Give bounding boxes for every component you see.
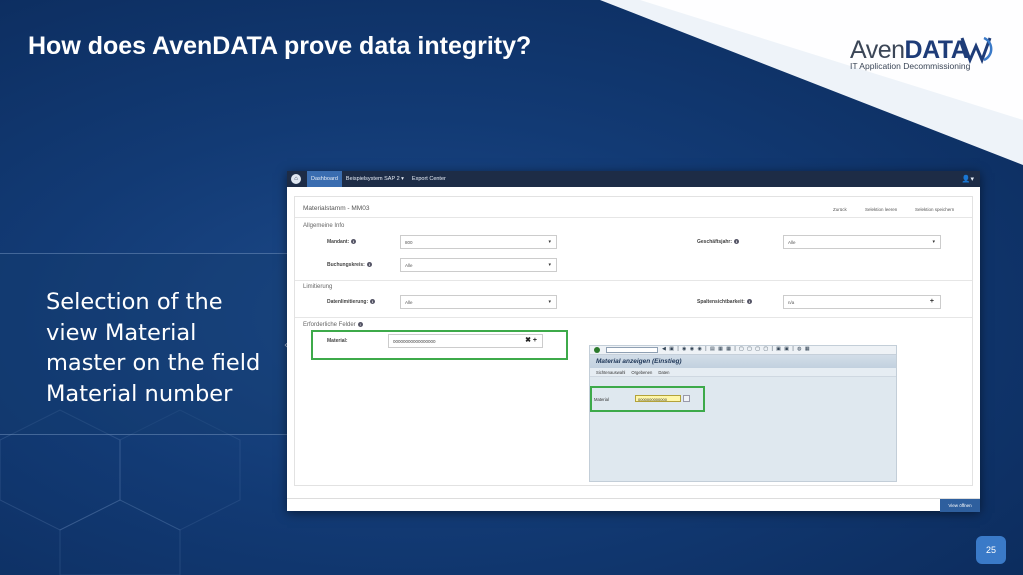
chevron-down-icon: ▾ — [548, 239, 551, 245]
spaltensicht-label: Spaltensichtbarkeit: i — [697, 299, 752, 305]
back-link[interactable]: Zurück — [833, 207, 847, 212]
datenlimitierung-select[interactable]: Alle ▾ — [400, 295, 557, 309]
clear-selection-link[interactable]: Selektion leeren — [865, 207, 897, 212]
sap-material-label: Material — [594, 397, 609, 402]
logo-waves-icon — [960, 36, 993, 64]
app-logo-icon[interactable]: ⌂ — [291, 174, 301, 184]
sap-menu-daten[interactable]: Daten — [658, 370, 669, 375]
user-icon[interactable]: 👤▾ — [962, 175, 974, 183]
enter-icon[interactable] — [594, 347, 600, 353]
section-limit: Limitierung — [303, 284, 333, 290]
sap-gui-window: ◀ ▣ | ◉ ◉ ◉ | ▤ ▦ ▦ | ▢ ▢ ▢ ▢ | ▣ ▣ | ◍ … — [589, 345, 897, 482]
avendata-logo: AvenDATA IT Application Decommissioning — [846, 34, 996, 74]
sap-title: Material anzeigen (Einstieg) — [590, 355, 896, 368]
sap-command-field[interactable] — [606, 347, 658, 353]
buchungskreis-label: Buchungskreis: i — [327, 262, 372, 268]
form-header: Materialstamm - MM03 Zurück Selektion le… — [295, 197, 972, 218]
spaltensicht-select[interactable]: n/a + — [783, 295, 941, 309]
sap-toolbar-icons[interactable]: ◀ ▣ | ◉ ◉ ◉ | ▤ ▦ ▦ | ▢ ▢ ▢ ▢ | ▣ ▣ | ◍ … — [662, 346, 811, 352]
sap-menu: Sichtenauswahl Orgebenen Daten — [590, 368, 896, 377]
buchungskreis-select[interactable]: Alle ▾ — [400, 258, 557, 272]
material-input[interactable]: 00000000000000000 ✖ + — [388, 334, 543, 348]
info-icon[interactable]: i — [351, 239, 357, 245]
datenlimitierung-label: Datenlimitierung: i — [327, 299, 376, 305]
geschaeftsjahr-label: Geschäftsjahr: i — [697, 239, 740, 245]
info-icon[interactable]: i — [366, 262, 372, 268]
material-label: Material: — [327, 338, 348, 344]
sap-menu-orgebenen[interactable]: Orgebenen — [631, 370, 652, 375]
app-footer: View öffnen — [287, 498, 980, 512]
nav-system-dropdown[interactable]: Beispielsystem SAP 2 ▾ — [342, 171, 408, 187]
value-help-icon[interactable] — [683, 395, 690, 402]
app-screenshot: ⌂ Dashboard Beispielsystem SAP 2 ▾ Expor… — [287, 171, 980, 512]
divider — [295, 280, 972, 281]
nav-dashboard[interactable]: Dashboard — [307, 171, 342, 187]
sap-toolbar: ◀ ▣ | ◉ ◉ ◉ | ▤ ▦ ▦ | ▢ ▢ ▢ ▢ | ▣ ▣ | ◍ … — [590, 346, 896, 355]
chevron-down-icon: ▾ — [932, 239, 935, 245]
selection-form: Materialstamm - MM03 Zurück Selektion le… — [294, 196, 973, 486]
save-selection-link[interactable]: Selektion speichern — [915, 207, 954, 212]
mandant-label: Mandant: i — [327, 239, 357, 245]
sap-menu-sichtenauswahl[interactable]: Sichtenauswahl — [596, 370, 625, 375]
section-general-info: Allgemeine Info — [303, 223, 345, 229]
sap-material-input[interactable]: 0000000000000 — [635, 395, 681, 402]
section-required: Erforderliche Felder i — [303, 322, 363, 328]
slide-title: How does AvenDATA prove data integrity? — [28, 32, 532, 60]
page-number: 25 — [976, 536, 1006, 564]
nav-export-center[interactable]: Export Center — [408, 171, 450, 187]
logo-tagline: IT Application Decommissioning — [850, 61, 971, 71]
page-title: Materialstamm - MM03 — [303, 205, 370, 212]
open-view-button[interactable]: View öffnen — [940, 499, 980, 512]
plus-icon[interactable]: + — [930, 298, 934, 305]
geschaeftsjahr-select[interactable]: Alle ▾ — [783, 235, 941, 249]
info-icon[interactable]: i — [357, 322, 363, 327]
info-icon[interactable]: i — [734, 239, 740, 245]
info-icon[interactable]: i — [370, 299, 376, 305]
chevron-down-icon: ▾ — [548, 299, 551, 305]
mandant-select[interactable]: 800 ▾ — [400, 235, 557, 249]
chevron-down-icon: ▾ — [548, 262, 551, 268]
info-icon[interactable]: i — [746, 299, 752, 305]
divider — [295, 317, 972, 318]
clear-add-icon[interactable]: ✖ + — [525, 336, 537, 344]
app-navbar: ⌂ Dashboard Beispielsystem SAP 2 ▾ Expor… — [287, 171, 980, 187]
slide-caption: Selection of the view Material master on… — [46, 289, 261, 407]
